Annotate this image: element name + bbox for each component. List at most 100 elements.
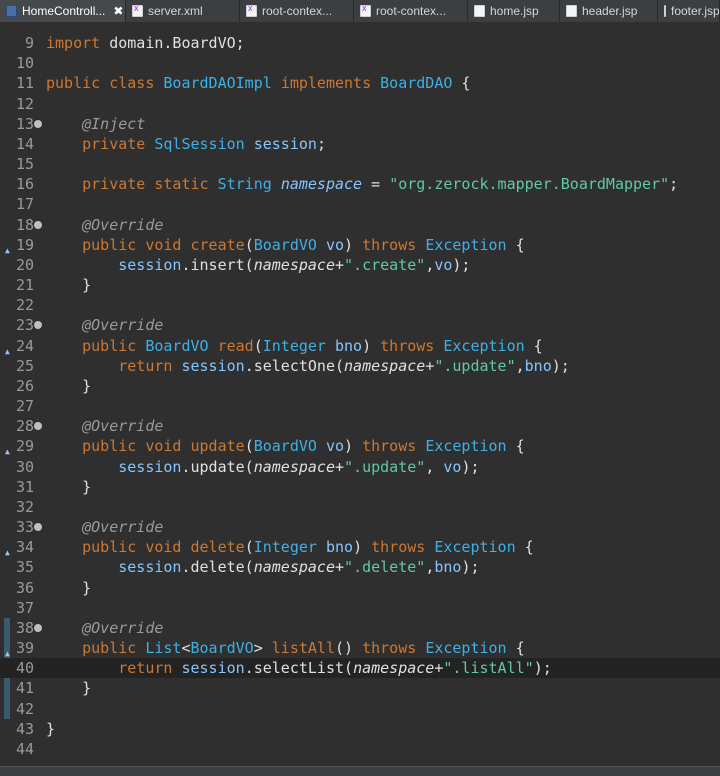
code-token: throws — [362, 639, 417, 658]
code-token: = — [362, 175, 390, 194]
code-line[interactable]: 30 session.update(namespace+".update", v… — [0, 457, 720, 477]
code-token: session — [181, 659, 245, 678]
code-editor[interactable]: 9 import domain.BoardVO; 10 11 public class … — [0, 22, 720, 766]
code-line[interactable]: 22 — [0, 295, 720, 315]
code-line[interactable]: 10 — [0, 53, 720, 73]
code-token: ; — [316, 134, 326, 153]
code-token: { — [506, 437, 525, 456]
code-token: ); — [533, 659, 552, 678]
code-line[interactable]: 20 session.insert(namespace+".create",vo… — [0, 255, 720, 275]
code-line[interactable]: 14 private SqlSession session; — [0, 134, 720, 154]
code-token: + — [425, 356, 435, 375]
code-token: ".update" — [344, 457, 426, 476]
tab-label: header.jsp — [582, 4, 638, 18]
code-text: private SqlSession session; — [46, 134, 326, 154]
fold-toggle-icon[interactable] — [34, 220, 42, 229]
editor-tab[interactable]: header.jsp — [560, 0, 658, 22]
code-token: namespace — [280, 175, 363, 194]
code-token: .selectOne( — [244, 356, 345, 375]
code-token: session — [118, 558, 182, 577]
code-line[interactable]: 18 @Override — [0, 215, 720, 235]
code-line[interactable]: 11 public class BoardDAOImpl implements B… — [0, 73, 720, 93]
code-token: session — [181, 356, 245, 375]
code-line[interactable]: 33 @Override — [0, 517, 720, 537]
code-line[interactable]: 38 @Override — [0, 618, 720, 638]
code-token: @Override — [82, 215, 164, 234]
editor-tab[interactable]: server.xml — [126, 0, 240, 22]
code-token: throws — [380, 336, 435, 355]
code-line[interactable]: 44 — [0, 739, 720, 759]
editor-tab[interactable]: root-contex... — [240, 0, 354, 22]
fold-toggle-icon[interactable] — [34, 321, 42, 330]
code-line[interactable]: 32 — [0, 497, 720, 517]
close-tab-icon[interactable]: ✖ — [113, 4, 123, 18]
code-line[interactable]: 43} — [0, 719, 720, 739]
code-token: read — [217, 336, 254, 355]
code-line[interactable]: 40 return session.selectList(namespace+"… — [0, 658, 720, 679]
code-line[interactable]: 15 — [0, 154, 720, 174]
editor-tab[interactable]: HomeControll... ✖ — [0, 0, 126, 22]
code-text: return session.selectList(namespace+".li… — [46, 658, 552, 678]
code-line[interactable]: 29 ▲ public void update(BoardVO vo) throw… — [0, 436, 720, 456]
code-token: class — [109, 74, 155, 93]
code-token: return — [118, 659, 173, 678]
code-line[interactable]: 13 @Inject — [0, 114, 720, 134]
code-token: ( — [253, 336, 263, 355]
code-line[interactable]: 36 } — [0, 578, 720, 598]
fold-toggle-icon[interactable] — [34, 119, 42, 128]
fold-toggle-icon[interactable] — [34, 623, 42, 632]
code-line[interactable]: 31 } — [0, 477, 720, 497]
code-line[interactable]: 26 } — [0, 376, 720, 396]
code-line[interactable]: 16 private static String namespace = "or… — [0, 174, 720, 194]
code-token: ( — [244, 235, 254, 254]
code-line[interactable]: 39 ▲ public List<BoardVO> listAll() throw… — [0, 638, 720, 658]
code-token: + — [335, 558, 345, 577]
editor-tab[interactable]: home.jsp — [468, 0, 560, 22]
code-token: namespace — [353, 659, 435, 678]
code-token: Integer — [253, 538, 317, 557]
code-line[interactable]: 25 return session.selectOne(namespace+".… — [0, 356, 720, 376]
code-line[interactable]: 24 ▲ public BoardVO read(Integer bno) thr… — [0, 336, 720, 356]
editor-tab[interactable]: footer.jsp — [658, 0, 720, 22]
editor-tab[interactable]: root-contex... — [354, 0, 468, 22]
code-token: BoardVO — [145, 336, 209, 355]
line-number: 30 — [15, 457, 34, 476]
code-line[interactable]: 21 } — [0, 275, 720, 295]
code-token: ( — [244, 437, 254, 456]
code-line[interactable]: 19 ▲ public void create(BoardVO vo) throw… — [0, 235, 720, 255]
code-line[interactable]: 42 — [0, 699, 720, 719]
line-number: 28 — [15, 417, 34, 436]
code-token: @Inject — [82, 114, 146, 133]
fold-toggle-icon[interactable] — [34, 422, 42, 431]
code-token: create — [190, 235, 245, 254]
code-line[interactable]: 17 — [0, 194, 720, 214]
fold-toggle-icon[interactable] — [34, 523, 42, 532]
code-line[interactable]: 37 — [0, 598, 720, 618]
code-line[interactable]: 35 session.delete(namespace+".delete",bn… — [0, 557, 720, 577]
code-line[interactable]: 27 — [0, 396, 720, 416]
code-token: throws — [362, 437, 417, 456]
code-line[interactable]: 9 import domain.BoardVO; — [0, 33, 720, 53]
code-line[interactable]: 12 — [0, 94, 720, 114]
code-token: void — [145, 235, 182, 254]
code-text: session.insert(namespace+".create",vo); — [46, 255, 470, 275]
code-line[interactable]: 34 ▲ public void delete(Integer bno) thro… — [0, 537, 720, 557]
code-line[interactable]: 41 } — [0, 678, 720, 698]
code-line[interactable]: 23 @Override — [0, 315, 720, 335]
code-text: public BoardVO read(Integer bno) throws … — [46, 336, 543, 356]
tab-label: server.xml — [148, 4, 203, 18]
code-line[interactable]: 28 @Override — [0, 416, 720, 436]
code-token: session — [118, 255, 182, 274]
